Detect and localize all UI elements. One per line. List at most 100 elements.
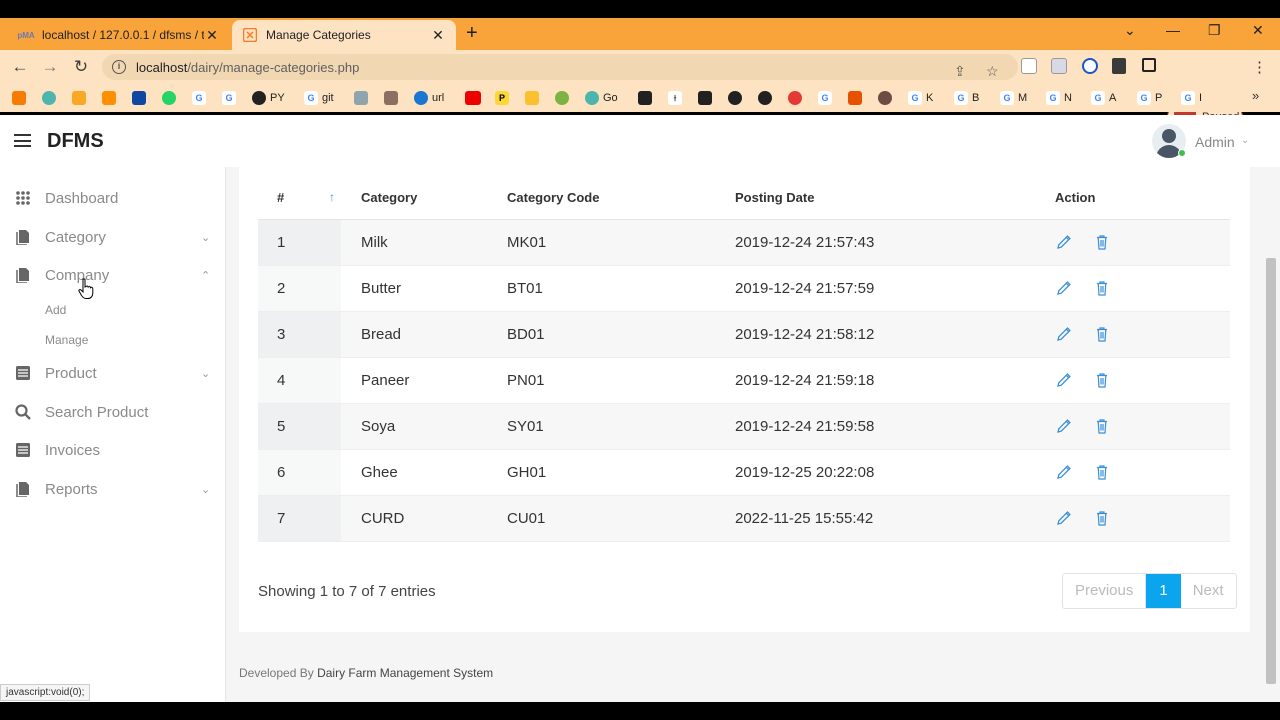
tab-manage-categories[interactable]: Manage Categories ✕ bbox=[232, 20, 456, 50]
column-header-category[interactable]: Category bbox=[341, 177, 507, 220]
sidebar-item-category[interactable]: Category ⌄ bbox=[0, 218, 226, 256]
edit-pencil-icon[interactable] bbox=[1055, 463, 1073, 481]
bookmark-git[interactable]: Ggit bbox=[304, 90, 334, 106]
delete-trash-icon[interactable] bbox=[1093, 463, 1111, 481]
entries-info: Showing 1 to 7 of 7 entries bbox=[258, 583, 436, 600]
bookmark-item[interactable] bbox=[728, 90, 746, 106]
row-posting-date: 2019-12-24 21:57:59 bbox=[735, 265, 1055, 312]
delete-trash-icon[interactable] bbox=[1093, 509, 1111, 527]
row-category: Ghee bbox=[341, 449, 507, 496]
bookmark-item[interactable]: P bbox=[495, 90, 513, 106]
extension-icon[interactable] bbox=[1051, 58, 1067, 74]
next-page-button[interactable]: Next bbox=[1181, 574, 1236, 608]
edit-pencil-icon[interactable] bbox=[1055, 509, 1073, 527]
bookmark-b[interactable]: GB bbox=[954, 90, 979, 106]
bookmark-item[interactable]: ⟊ bbox=[668, 90, 686, 106]
youtube-icon[interactable] bbox=[465, 90, 485, 106]
row-posting-date: 2019-12-24 21:58:12 bbox=[735, 311, 1055, 358]
panda-extension-icon[interactable] bbox=[1021, 58, 1037, 74]
sidebar-subitem-manage[interactable]: Manage bbox=[45, 333, 88, 347]
column-header-category-code[interactable]: Category Code bbox=[507, 177, 735, 220]
bookmarks-overflow-icon[interactable]: » bbox=[1252, 88, 1259, 103]
sidebar-item-invoices[interactable]: Invoices bbox=[0, 431, 226, 469]
forward-button[interactable]: → bbox=[39, 56, 61, 78]
bookmark-item[interactable] bbox=[162, 90, 180, 106]
row-category-code: PN01 bbox=[507, 357, 735, 404]
sidebar-subitem-add[interactable]: Add bbox=[45, 303, 66, 317]
delete-trash-icon[interactable] bbox=[1093, 279, 1111, 297]
close-icon[interactable]: ✕ bbox=[204, 27, 220, 44]
bookmark-item[interactable] bbox=[132, 90, 150, 106]
minimize-button[interactable]: — bbox=[1166, 22, 1180, 38]
delete-trash-icon[interactable] bbox=[1093, 371, 1111, 389]
tab-search-chevron-icon[interactable]: ⌄ bbox=[1124, 22, 1136, 39]
bookmark-m[interactable]: GM bbox=[1000, 90, 1027, 106]
hamburger-menu-icon[interactable] bbox=[14, 134, 31, 147]
bookmark-item[interactable] bbox=[525, 90, 543, 106]
bookmark-item[interactable] bbox=[698, 90, 716, 106]
bookmark-item[interactable] bbox=[788, 90, 806, 106]
edit-pencil-icon[interactable] bbox=[1055, 371, 1073, 389]
new-tab-button[interactable]: + bbox=[466, 22, 478, 45]
info-icon[interactable]: i bbox=[112, 60, 126, 74]
bookmark-py[interactable]: PY bbox=[252, 90, 285, 106]
bookmark-item[interactable] bbox=[354, 90, 372, 106]
bookmark-item[interactable]: G bbox=[818, 90, 836, 106]
column-header-posting-date[interactable]: Posting Date bbox=[735, 177, 1055, 220]
side-panel-icon[interactable] bbox=[1142, 58, 1156, 72]
puzzle-icon[interactable] bbox=[1112, 58, 1126, 74]
edit-pencil-icon[interactable] bbox=[1055, 417, 1073, 435]
bookmark-item[interactable] bbox=[102, 90, 120, 106]
share-icon[interactable]: ⇪ bbox=[954, 63, 966, 80]
address-bar[interactable]: i localhost/dairy/manage-categories.php … bbox=[102, 54, 1018, 80]
back-button[interactable]: ← bbox=[9, 56, 31, 78]
bookmark-n[interactable]: GN bbox=[1046, 90, 1072, 106]
footer-app-name[interactable]: Dairy Farm Management System bbox=[317, 666, 493, 680]
bookmark-p[interactable]: GP bbox=[1137, 90, 1162, 106]
bookmark-a[interactable]: GA bbox=[1091, 90, 1116, 106]
bookmark-item[interactable] bbox=[12, 90, 30, 106]
restore-button[interactable]: ❐ bbox=[1208, 22, 1221, 39]
page-1-button[interactable]: 1 bbox=[1146, 574, 1181, 608]
delete-trash-icon[interactable] bbox=[1093, 417, 1111, 435]
user-name[interactable]: Admin bbox=[1195, 134, 1235, 150]
bookmark-item[interactable] bbox=[72, 90, 90, 106]
sidebar-item-reports[interactable]: Reports ⌄ bbox=[0, 470, 226, 508]
bookmark-item[interactable] bbox=[878, 90, 896, 106]
chevron-down-icon[interactable]: ⌄ bbox=[1241, 135, 1249, 146]
account-extension-icon[interactable] bbox=[1082, 58, 1098, 74]
column-header-number[interactable]: # ↑ bbox=[258, 177, 341, 220]
edit-pencil-icon[interactable] bbox=[1055, 233, 1073, 251]
edit-pencil-icon[interactable] bbox=[1055, 279, 1073, 297]
close-window-button[interactable]: ✕ bbox=[1252, 22, 1264, 39]
bookmark-go[interactable]: Go bbox=[585, 90, 618, 106]
delete-trash-icon[interactable] bbox=[1093, 233, 1111, 251]
tab-phpmyadmin[interactable]: pMA localhost / 127.0.0.1 / dfsms / tbl … bbox=[8, 20, 230, 50]
bookmark-item[interactable] bbox=[42, 90, 60, 106]
bookmark-k[interactable]: GK bbox=[908, 90, 933, 106]
bookmark-star-icon[interactable]: ☆ bbox=[986, 63, 999, 80]
brand-title[interactable]: DFMS bbox=[47, 130, 104, 153]
bookmark-url[interactable]: url bbox=[414, 90, 444, 106]
previous-page-button[interactable]: Previous bbox=[1063, 574, 1147, 608]
edit-pencil-icon[interactable] bbox=[1055, 325, 1073, 343]
bookmark-item[interactable] bbox=[848, 90, 866, 106]
sort-ascending-icon[interactable]: ↑ bbox=[329, 190, 335, 204]
bookmark-item[interactable] bbox=[384, 90, 402, 106]
sidebar-item-search-product[interactable]: Search Product bbox=[0, 393, 226, 431]
bookmark-item[interactable] bbox=[758, 90, 776, 106]
bookmark-item[interactable]: G bbox=[222, 90, 240, 106]
sidebar-item-company[interactable]: Company ⌃ bbox=[0, 256, 226, 294]
close-icon[interactable]: ✕ bbox=[430, 27, 446, 44]
browser-menu-icon[interactable]: ⋮ bbox=[1252, 58, 1267, 76]
sidebar-item-dashboard[interactable]: Dashboard bbox=[0, 179, 226, 217]
delete-trash-icon[interactable] bbox=[1093, 325, 1111, 343]
row-category-code: BT01 bbox=[507, 265, 735, 312]
bookmark-item[interactable]: G bbox=[192, 90, 210, 106]
scrollbar[interactable] bbox=[1266, 258, 1276, 684]
reload-button[interactable]: ↻ bbox=[70, 56, 92, 78]
bookmark-item[interactable] bbox=[638, 90, 656, 106]
bookmark-item[interactable] bbox=[555, 90, 573, 106]
sidebar-item-product[interactable]: Product ⌄ bbox=[0, 354, 226, 392]
bookmark-i[interactable]: GI bbox=[1181, 90, 1202, 106]
